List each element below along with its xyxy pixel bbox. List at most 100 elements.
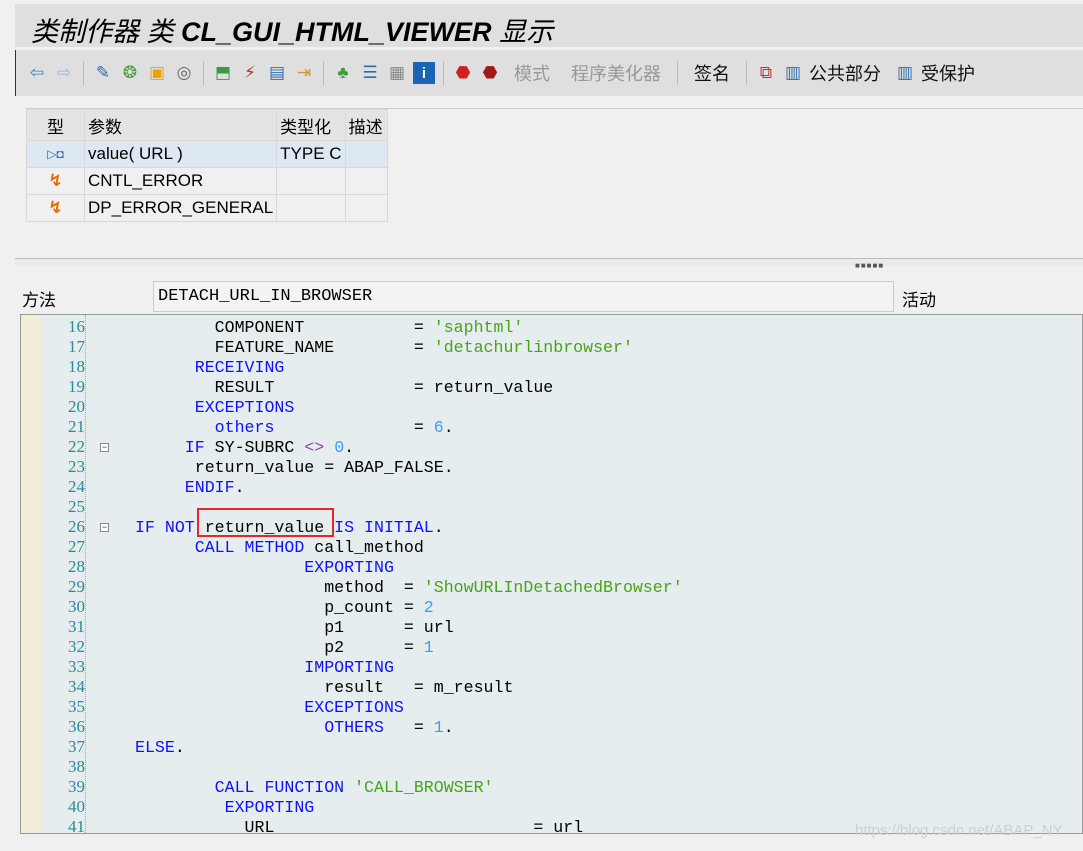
code-line[interactable]: result = m_result: [135, 678, 513, 697]
fold-toggle-icon[interactable]: −: [100, 523, 109, 532]
table-row[interactable]: ↯ CNTL_ERROR: [26, 167, 388, 195]
pretty-printer-button[interactable]: 程序美化器: [571, 60, 661, 86]
code-token: ENDIF: [184, 478, 235, 497]
code-line[interactable]: EXCEPTIONS: [135, 698, 404, 717]
code-line[interactable]: ELSE.: [135, 738, 185, 757]
navigate-icon[interactable]: ⇥: [293, 62, 315, 84]
code-token: <>: [304, 438, 325, 457]
outline-icon[interactable]: ☰: [359, 62, 381, 84]
line-number: 17: [68, 337, 85, 356]
code-token: method =: [135, 578, 424, 597]
code-line[interactable]: CALL FUNCTION 'CALL_BROWSER': [135, 778, 494, 797]
code-token: IF: [184, 438, 205, 457]
code-token: 2: [423, 598, 434, 617]
wizard-icon[interactable]: ⚡: [239, 62, 261, 84]
local-types-icon[interactable]: ⧉: [755, 62, 777, 84]
code-token: EXPORTING: [304, 558, 394, 577]
hierarchy-icon[interactable]: ♣: [332, 62, 354, 84]
check-icon[interactable]: ❂: [119, 62, 141, 84]
document-icon[interactable]: ▥: [782, 62, 804, 84]
code-token: =: [274, 418, 434, 437]
exception-icon: ↯: [26, 167, 85, 195]
table-row[interactable]: ▷◘ value( URL ) TYPE C: [26, 140, 388, 168]
table-icon[interactable]: ▦: [386, 62, 408, 84]
where-used-icon[interactable]: ◎: [173, 62, 195, 84]
fold-toggle-icon[interactable]: −: [100, 443, 109, 452]
code-line[interactable]: p1 = url: [135, 618, 454, 637]
code-line[interactable]: RECEIVING: [135, 358, 285, 377]
code-token: SY-SUBRC: [204, 438, 305, 457]
code-token: call_method: [304, 538, 424, 557]
code-token: 0: [334, 438, 345, 457]
code-token: EXCEPTIONS: [304, 698, 404, 717]
stop-icon[interactable]: ⬣: [452, 62, 474, 84]
code-line[interactable]: FEATURE_NAME = 'detachurlinbrowser': [135, 338, 633, 357]
code-line[interactable]: URL = url: [135, 818, 584, 833]
line-number: 28: [68, 557, 85, 576]
code-token: .: [433, 518, 444, 537]
pattern-button[interactable]: 模式: [514, 60, 550, 86]
parameter-panel: 型参数 类型化 描述 ▷◘ value( URL ) TYPE C ↯ CNTL_ERRO…: [26, 108, 1083, 255]
display-object-list-icon[interactable]: ▤: [266, 62, 288, 84]
stop-remote-icon[interactable]: ⬣: [479, 62, 501, 84]
other-object-icon[interactable]: ✎: [92, 62, 114, 84]
code-line[interactable]: RESULT = return_value: [135, 378, 554, 397]
code-token: OTHERS: [324, 718, 384, 737]
code-line[interactable]: method = 'ShowURLInDetachedBrowser': [135, 578, 683, 597]
code-line[interactable]: EXPORTING: [135, 558, 394, 577]
importing-parameter-icon: ▷◘: [26, 140, 85, 168]
line-number: 19: [68, 377, 85, 396]
divider: [677, 61, 678, 85]
code-token: ELSE: [135, 738, 175, 757]
code-line[interactable]: others = 6.: [135, 418, 454, 437]
breakpoint-gutter[interactable]: [21, 315, 41, 833]
code-editor[interactable]: 16 17 18 19 20 21 22 23 24 25 26 27 28 29 30 31 32 33 34 35…: [20, 314, 1083, 834]
code-line[interactable]: p2 = 1: [135, 638, 434, 657]
code-line[interactable]: EXCEPTIONS: [135, 398, 295, 417]
code-line[interactable]: EXPORTING: [135, 798, 315, 817]
code-line[interactable]: CALL METHOD call_method: [135, 538, 424, 557]
info-icon[interactable]: i: [413, 62, 435, 84]
exception-icon: ↯: [26, 194, 85, 222]
code-line[interactable]: IMPORTING: [135, 658, 394, 677]
splitter-handle[interactable]: ■■■■■: [855, 261, 884, 270]
splitter[interactable]: [15, 258, 1083, 266]
code-token: .: [443, 718, 454, 737]
method-name-field[interactable]: DETACH_URL_IN_BROWSER: [153, 281, 894, 312]
syntax-check-icon[interactable]: ⬒: [212, 62, 234, 84]
code-token: EXCEPTIONS: [194, 398, 295, 417]
line-number: 21: [68, 417, 85, 436]
code-line[interactable]: OTHERS = 1.: [135, 718, 454, 737]
line-number: 38: [68, 757, 85, 776]
code-token: IS INITIAL: [334, 518, 434, 537]
table-row[interactable]: ↯ DP_ERROR_GENERAL: [26, 194, 388, 222]
code-token: p1 = url: [135, 618, 454, 637]
divider: [323, 61, 324, 85]
document-icon[interactable]: ▥: [894, 62, 916, 84]
line-number: 35: [68, 697, 85, 716]
code-token: IF NOT: [135, 518, 195, 537]
code-token: p_count =: [135, 598, 424, 617]
code-token: .: [174, 738, 185, 757]
code-line[interactable]: p_count = 2: [135, 598, 434, 617]
code-line[interactable]: return_value = ABAP_FALSE.: [135, 458, 454, 477]
signature-button[interactable]: 签名: [694, 60, 730, 86]
line-number: 40: [68, 797, 85, 816]
code-line[interactable]: ENDIF.: [135, 478, 245, 497]
back-icon[interactable]: ⇦: [26, 62, 48, 84]
forward-icon[interactable]: ⇨: [53, 62, 75, 84]
code-line[interactable]: IF SY-SUBRC <> 0.: [135, 438, 354, 457]
line-number: 37: [68, 737, 85, 756]
code-token: 'CALL_BROWSER': [354, 778, 494, 797]
public-section-button[interactable]: 公共部分: [809, 60, 881, 86]
line-numbers: 16 17 18 19 20 21 22 23 24 25 26 27 28 29 30 31 32 33 34 35…: [41, 315, 86, 833]
code-line[interactable]: COMPONENT = 'saphtml': [135, 318, 524, 337]
activate-icon[interactable]: ▣: [146, 62, 168, 84]
protected-section-button[interactable]: 受保护: [921, 60, 975, 86]
line-number: 29: [68, 577, 85, 596]
